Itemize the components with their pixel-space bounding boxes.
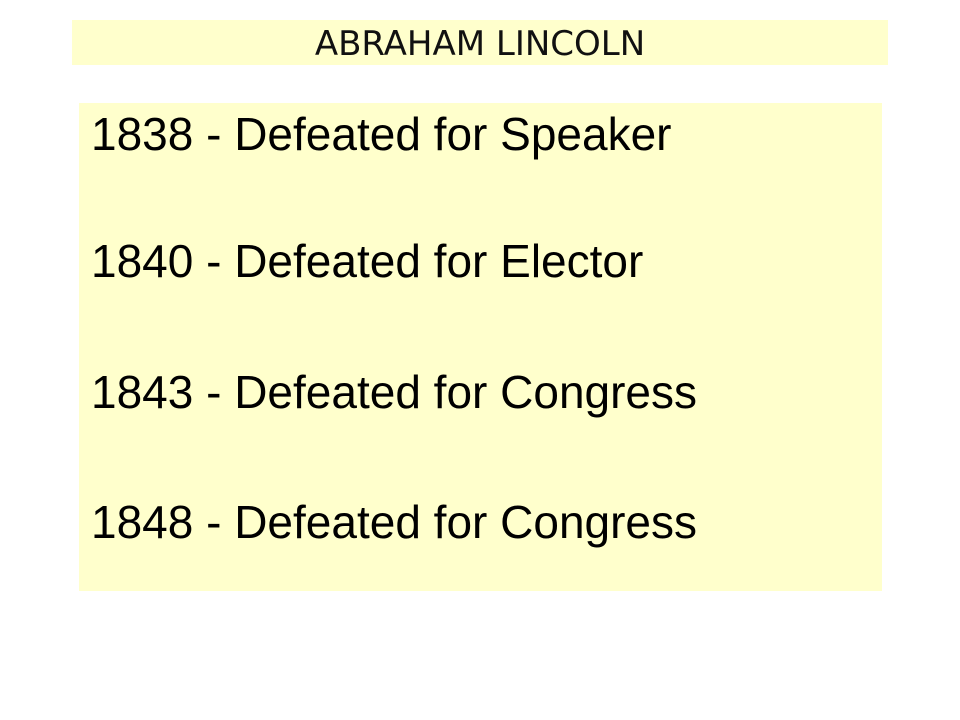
list-item: 1840 - Defeated for Elector: [91, 235, 644, 287]
content-box: 1838 - Defeated for Speaker 1840 - Defea…: [79, 103, 882, 591]
slide-title: ABRAHAM LINCOLN: [72, 20, 888, 65]
list-item: 1843 - Defeated for Congress: [91, 366, 698, 418]
list-item: 1838 - Defeated for Speaker: [91, 108, 672, 160]
list-item: 1848 - Defeated for Congress: [91, 496, 698, 548]
